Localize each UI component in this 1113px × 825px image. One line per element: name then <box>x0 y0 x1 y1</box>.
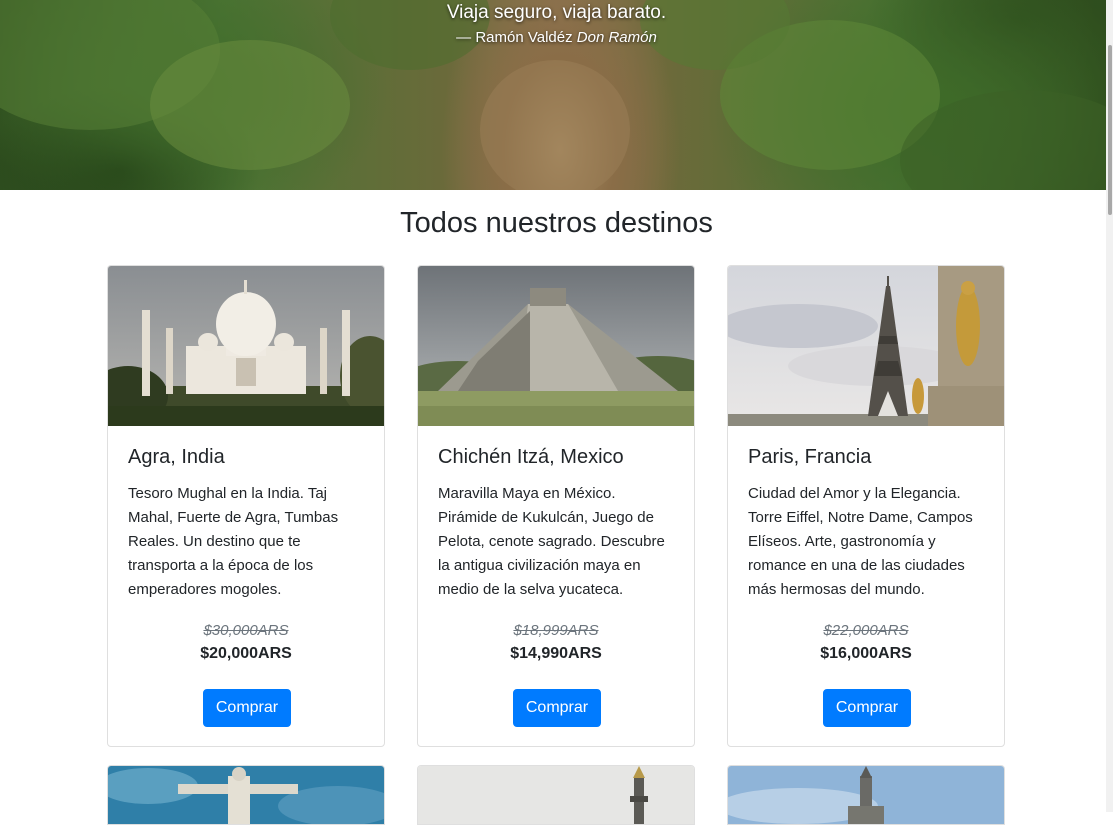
old-price: $18,999ARS <box>513 622 599 639</box>
page-scrollbar[interactable] <box>1106 0 1113 812</box>
section-title: Todos nuestros destinos <box>400 207 713 239</box>
hero-quote-author: — Ramón Valdéz Don Ramón <box>0 28 1113 48</box>
tower-photo <box>728 766 1004 824</box>
card-description: Tesoro Mughal en la India. Taj Mahal, Fu… <box>128 485 339 598</box>
old-price: $30,000ARS <box>203 622 289 639</box>
christ-redeemer-photo <box>108 766 384 824</box>
current-price: $20,000ARS <box>200 645 292 662</box>
current-price: $16,000ARS <box>820 645 912 662</box>
hero-author-name: — Ramón Valdéz <box>456 29 577 46</box>
angel-independence-photo <box>418 766 694 824</box>
eiffel-tower-photo <box>728 266 1004 426</box>
card-description: Ciudad del Amor y la Elegancia. Torre Ei… <box>748 485 973 598</box>
destination-card-rio-partial <box>107 765 385 825</box>
destination-card-mexico-partial <box>417 765 695 825</box>
hero-quote-text: Viaja seguro, viaja barato. <box>446 2 667 23</box>
destination-card-paris: Paris, Francia Ciudad del Amor y la Eleg… <box>727 265 1005 747</box>
taj-mahal-photo <box>108 266 384 426</box>
scrollbar-thumb[interactable] <box>1108 45 1112 215</box>
destination-card-chichen-itza: Chichén Itzá, Mexico Maravilla Maya en M… <box>417 265 695 747</box>
buy-button[interactable]: Comprar <box>203 689 291 727</box>
buy-button[interactable]: Comprar <box>513 689 601 727</box>
card-title: Paris, Francia <box>748 446 872 468</box>
hero-quote: Viaja seguro, viaja barato. — Ramón Vald… <box>0 0 1113 48</box>
destination-card-agra: Agra, India Tesoro Mughal en la India. T… <box>107 265 385 747</box>
hero-author-alias: Don Ramón <box>576 29 657 46</box>
buy-button[interactable]: Comprar <box>823 689 911 727</box>
card-description: Maravilla Maya en México. Pirámide de Ku… <box>438 485 665 598</box>
card-title: Agra, India <box>128 446 225 468</box>
pyramid-photo <box>418 266 694 426</box>
old-price: $22,000ARS <box>823 622 909 639</box>
card-title: Chichén Itzá, Mexico <box>438 446 624 468</box>
destination-card-third-partial <box>727 765 1005 825</box>
current-price: $14,990ARS <box>510 645 602 662</box>
hero-banner: Viaja seguro, viaja barato. — Ramón Vald… <box>0 0 1113 190</box>
